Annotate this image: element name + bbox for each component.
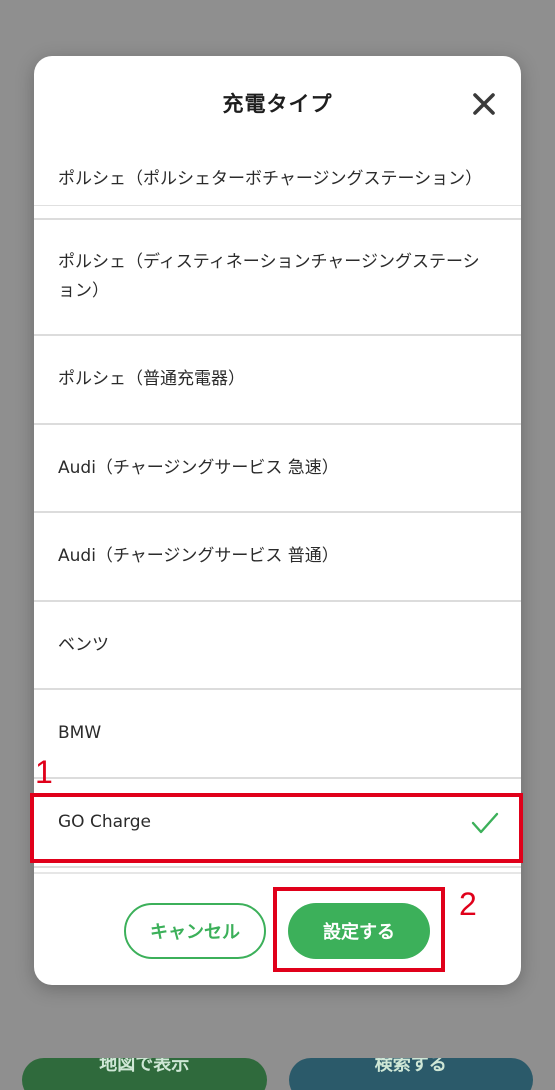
modal-footer: キャンセル 設定する [34,872,521,985]
search-label: 検索する [374,1058,447,1075]
option-porsche-turbo[interactable]: ポルシェ（ポルシェターボチャージングステーション） [34,150,521,220]
option-label: GO Charge [58,812,151,832]
charge-type-modal: 充電タイプ ポルシェ（ポルシェターボチャージングステーション） ポルシェ（ディス… [34,56,521,985]
option-label: ポルシェ（普通充電器） [58,369,245,389]
option-go-charge[interactable]: GO Charge [34,779,521,868]
list-top-divider [34,205,521,206]
option-label: Audi（チャージングサービス 普通） [58,546,339,566]
close-icon [473,93,495,115]
option-label: ベンツ [58,634,109,655]
cancel-button[interactable]: キャンセル [124,903,266,959]
close-button[interactable] [469,89,499,119]
option-benz[interactable]: ベンツ [34,602,521,690]
map-view-label: 地図で表示 [99,1058,190,1075]
option-label: BMW [58,723,102,743]
option-porsche-destination[interactable]: ポルシェ（ディスティネーションチャージングステーション） [34,220,521,336]
annotation-number-1: 1 [35,754,53,790]
option-label: ポルシェ（ディスティネーションチャージングステーション） [58,252,480,301]
charge-type-list[interactable]: ポルシェ（ポルシェターボチャージングステーション） ポルシェ（ディスティネーショ… [34,150,521,872]
option-label: Audi（チャージングサービス 急速） [58,457,339,478]
background-bottom-bar: 地図で表示 検索する [0,1058,555,1090]
map-view-button: 地図で表示 [22,1058,267,1090]
check-icon [471,812,499,833]
option-label: ポルシェ（ポルシェターボチャージングステーション） [58,168,483,189]
option-audi-normal[interactable]: Audi（チャージングサービス 普通） [34,513,521,602]
option-bmw[interactable]: BMW [34,690,521,779]
confirm-button[interactable]: 設定する [288,903,430,959]
modal-header: 充電タイプ [34,56,521,150]
annotation-number-2: 2 [459,886,477,922]
option-porsche-normal[interactable]: ポルシェ（普通充電器） [34,336,521,425]
search-button: 検索する [288,1058,533,1090]
modal-title: 充電タイプ [222,92,333,116]
option-audi-rapid[interactable]: Audi（チャージングサービス 急速） [34,425,521,513]
